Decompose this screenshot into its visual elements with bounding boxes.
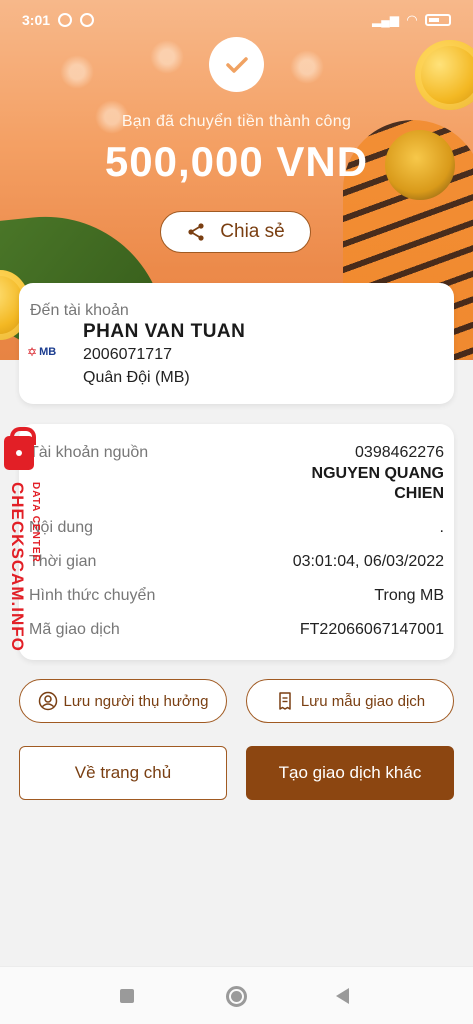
- status-bar: 3:01 ▂▄▆ ◠: [0, 0, 473, 40]
- blossom-decoration: [290, 50, 324, 84]
- save-recipient-label: Lưu người thụ hưởng: [63, 692, 209, 710]
- mb-bank-logo: ✡ MB: [27, 345, 57, 359]
- save-recipient-button[interactable]: Lưu người thụ hưởng: [19, 679, 227, 723]
- success-check-icon: [209, 37, 264, 92]
- new-transaction-button[interactable]: Tạo giao dịch khác: [246, 746, 454, 800]
- home-icon[interactable]: [226, 986, 247, 1007]
- transaction-details-card: Tài khoản nguồn 0398462276 NGUYEN QUANG …: [19, 424, 454, 660]
- save-template-button[interactable]: Lưu mẫu giao dịch: [246, 679, 454, 723]
- checkscam-watermark: CHECKSCAM.INFO DATA CENTER: [2, 427, 54, 666]
- receipt-icon: [279, 692, 291, 710]
- alarm-icon: [58, 13, 73, 27]
- content-value: .: [439, 519, 444, 536]
- back-icon[interactable]: [336, 988, 349, 1004]
- save-template-label: Lưu mẫu giao dịch: [300, 692, 426, 710]
- lock-icon: [4, 427, 36, 470]
- success-message: Bạn đã chuyển tiền thành công: [121, 113, 352, 130]
- recents-icon[interactable]: [120, 989, 134, 1003]
- recipient-name: PHAN VAN TUAN: [83, 321, 246, 342]
- signal-icon: ▂▄▆: [372, 13, 399, 27]
- share-icon: [188, 223, 204, 241]
- recipient-label: Đến tài khoản: [30, 302, 129, 319]
- blossom-decoration: [150, 40, 184, 74]
- notification-icon: [80, 13, 95, 27]
- share-button[interactable]: Chia sẻ: [160, 211, 311, 253]
- recipient-card: Đến tài khoản ✡ MB PHAN VAN TUAN 20060717…: [19, 283, 454, 404]
- source-account-value: 0398462276: [355, 444, 444, 461]
- transfer-amount: 500,000 VND: [104, 138, 369, 185]
- time-value: 03:01:04, 06/03/2022: [292, 553, 444, 570]
- recipient-account: 2006071717: [83, 346, 172, 363]
- share-label: Chia sẻ: [220, 221, 285, 242]
- source-account-name: NGUYEN QUANG CHIEN: [311, 465, 444, 502]
- watermark-main-text: CHECKSCAM.INFO: [8, 482, 27, 652]
- coin-decoration: [415, 40, 473, 110]
- wifi-icon: ◠: [407, 12, 417, 27]
- transaction-id-value: FT22066067147001: [299, 621, 444, 638]
- status-time: 3:01: [22, 12, 51, 28]
- recipient-bank: Quân Đội (MB): [83, 369, 190, 386]
- blossom-decoration: [60, 55, 94, 89]
- home-button[interactable]: Về trang chủ: [19, 746, 227, 800]
- user-circle-icon: [38, 691, 57, 711]
- battery-icon: [425, 14, 451, 26]
- watermark-sub-text: DATA CENTER: [30, 482, 41, 563]
- method-value: Trong MB: [374, 587, 444, 604]
- system-nav-bar: [0, 966, 473, 1024]
